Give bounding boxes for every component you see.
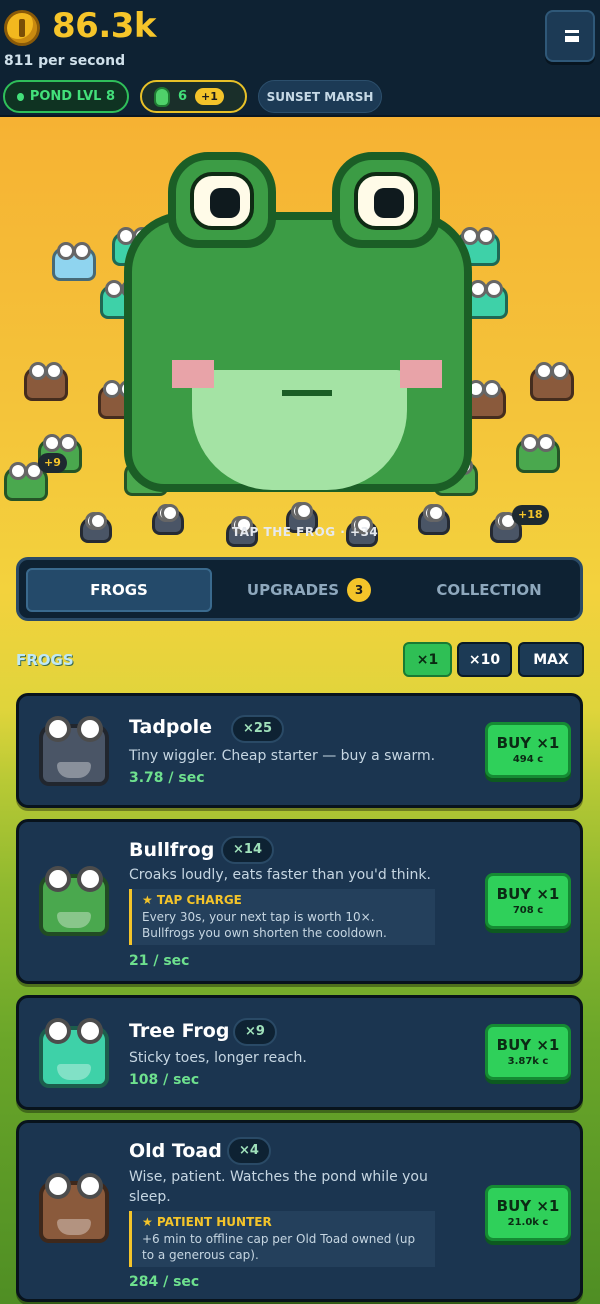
buy-cost: 494 c [512,754,544,765]
tab-upgrades[interactable]: UPGRADES 3 [219,568,399,612]
frog-name: Bullfrog [129,839,215,861]
quantity-max-button[interactable]: MAX [518,642,584,677]
big-frog-body [124,212,472,492]
big-frog-tap-target[interactable] [124,152,472,492]
frog-name: Old Toad [129,1140,222,1162]
buy-cost: 3.87k c [507,1056,549,1067]
buy-label: BUY ×1 [496,1197,560,1215]
buy-tree-frog-button[interactable]: BUY ×1 3.87k c [485,1024,571,1080]
buy-cost: 21.0k c [507,1217,549,1228]
gem-counter[interactable]: 6 +1 [140,80,247,113]
owned-count: ×14 [221,836,274,864]
ability-text: Every 30s, your next tap is worth 10×. B… [142,910,387,940]
tab-collection[interactable]: COLLECTION [403,568,575,612]
income-rate: 811 per second [4,53,126,69]
buy-old-toad-button[interactable]: BUY ×1 21.0k c [485,1185,571,1241]
frog-card-tree-frog: Tree Frog ×9 Sticky toes, longer reach. … [16,995,583,1110]
menu-button[interactable] [545,10,595,62]
quantity-x1-button[interactable]: ×1 [403,642,452,677]
top-bar: 86.3k 811 per second POND LVL 8 6 +1 SUN… [0,0,600,117]
frog-description: Sticky toes, longer reach. [129,1050,307,1066]
ability-box: ★ TAP CHARGE Every 30s, your next tap is… [129,889,435,945]
frog-description: Croaks loudly, eats faster than you'd th… [129,867,431,883]
floating-reward: +18 [512,505,549,525]
location-button[interactable]: SUNSET MARSH [258,80,382,113]
frog-description: Wise, patient. Watches the pond while yo… [129,1169,428,1205]
ability-box: ★ PATIENT HUNTER +6 min to offline cap p… [129,1211,435,1267]
frog-eye [168,152,276,248]
frog-rate: 284 / sec [129,1274,200,1290]
frog-eye [332,152,440,248]
gem-bonus-badge: +1 [195,88,224,105]
frog-rate: 21 / sec [129,953,190,969]
pond-level-badge: POND LVL 8 [3,80,129,113]
upgrades-badge: 3 [347,578,372,602]
ability-text: +6 min to offline cap per Old Toad owned… [142,1232,416,1262]
mini-frog [80,512,112,543]
mini-frog [52,242,96,281]
buy-label: BUY ×1 [496,1036,560,1054]
frog-rate: 3.78 / sec [129,770,205,786]
buy-cost: 708 c [512,905,544,916]
buy-label: BUY ×1 [496,885,560,903]
frog-card-old-toad: Old Toad ×4 Wise, patient. Watches the p… [16,1120,583,1302]
coin-icon [4,10,40,46]
frog-name: Tadpole [129,716,212,738]
frog-rate: 108 / sec [129,1072,200,1088]
frog-description: Tiny wiggler. Cheap starter — buy a swar… [129,748,436,764]
frog-name: Tree Frog [129,1020,230,1042]
tadpole-icon [39,716,109,786]
tab-upgrades-label: UPGRADES [246,581,340,599]
frog-card-bullfrog: Bullfrog ×14 Croaks loudly, eats faster … [16,819,583,984]
buy-label: BUY ×1 [496,734,560,752]
tap-hint: TAP THE FROG · +34 [232,525,379,539]
gem-count: 6 [178,89,188,104]
tab-bar: FROGS UPGRADES 3 COLLECTION [16,557,583,621]
tree-frog-icon [39,1018,109,1088]
owned-count: ×4 [227,1137,271,1165]
buy-tadpole-button[interactable]: BUY ×1 494 c [485,722,571,778]
mini-frog [516,434,560,473]
frog-card-tadpole: Tadpole ×25 Tiny wiggler. Cheap starter … [16,693,583,808]
section-title: FROGS [16,651,74,669]
owned-count: ×9 [233,1018,277,1046]
quantity-x10-button[interactable]: ×10 [457,642,512,677]
owned-count: ×25 [231,715,284,743]
old-toad-icon [39,1173,109,1243]
buy-bullfrog-button[interactable]: BUY ×1 708 c [485,873,571,929]
mini-frog [530,362,574,401]
coin-count: 86.3k [52,6,157,46]
frog-cheek [400,360,442,388]
bullfrog-icon [39,866,109,936]
hamburger-icon [565,30,579,42]
ability-title: ★ PATIENT HUNTER [142,1215,272,1229]
level-dot-icon [17,92,24,101]
pond-level-label: POND LVL 8 [29,89,115,104]
ability-title: ★ TAP CHARGE [142,893,242,907]
mini-frog [4,462,48,501]
frog-mouth [282,390,332,396]
frog-cheek [172,360,214,388]
floating-reward: +9 [38,453,67,473]
mini-frog [152,504,184,535]
mini-frog [24,362,68,401]
gem-icon [154,86,170,107]
mini-frog [418,504,450,535]
tab-frogs[interactable]: FROGS [26,568,212,612]
